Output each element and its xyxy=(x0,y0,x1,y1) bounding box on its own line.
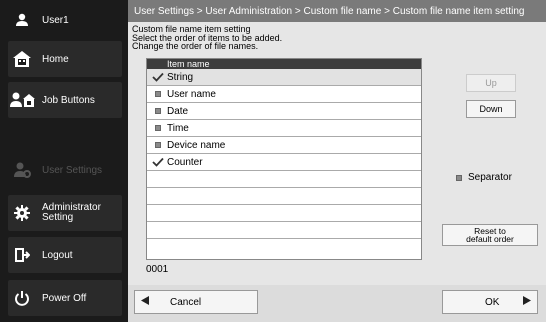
unchecked-box-icon xyxy=(149,108,167,114)
list-item-label: Date xyxy=(167,105,189,117)
cancel-button[interactable]: Cancel xyxy=(134,290,258,314)
power-off-button[interactable]: Power Off xyxy=(8,280,122,316)
list-header: Item name xyxy=(147,59,421,69)
ok-button[interactable]: OK xyxy=(442,290,538,314)
power-icon xyxy=(8,290,36,306)
forward-arrow-icon xyxy=(522,296,531,308)
job-buttons-icon xyxy=(8,91,36,109)
home-icon xyxy=(8,50,36,68)
user-settings-icon xyxy=(8,161,36,179)
ok-label: OK xyxy=(485,296,500,308)
counter-value: 0001 xyxy=(146,264,169,275)
power-off-label: Power Off xyxy=(42,292,87,304)
back-arrow-icon xyxy=(141,296,150,308)
reset-default-order-button[interactable]: Reset to default order xyxy=(442,224,538,246)
administrator-setting-button[interactable]: Administrator Setting xyxy=(8,195,122,231)
separator-label: Separator xyxy=(468,172,512,183)
instructions-line3: Change the order of file names. xyxy=(132,41,259,51)
main-panel: User Settings > User Administration > Cu… xyxy=(128,0,546,322)
list-item-label: Counter xyxy=(167,156,203,168)
item-list: Item name String User name Date Time Dev… xyxy=(146,58,422,260)
check-icon xyxy=(149,157,167,167)
bottom-bar: Cancel OK xyxy=(128,285,546,322)
separator-checkbox[interactable]: Separator xyxy=(456,172,512,183)
user-icon xyxy=(8,13,36,27)
down-button[interactable]: Down xyxy=(466,100,516,118)
job-buttons-label: Job Buttons xyxy=(42,94,95,106)
empty-row xyxy=(147,222,421,239)
job-buttons-button[interactable]: Job Buttons xyxy=(8,82,122,118)
list-item-label: User name xyxy=(167,88,216,100)
empty-row xyxy=(147,188,421,205)
home-button[interactable]: Home xyxy=(8,41,122,77)
administrator-setting-line2: Setting xyxy=(42,212,74,223)
list-item[interactable]: String xyxy=(147,69,421,86)
list-item-label: Time xyxy=(167,122,189,134)
logout-icon xyxy=(8,247,36,263)
breadcrumb: User Settings > User Administration > Cu… xyxy=(128,0,546,22)
empty-row xyxy=(147,205,421,222)
up-button[interactable]: Up xyxy=(466,74,516,92)
reset-line2: default order xyxy=(466,234,514,244)
list-item-label: Device name xyxy=(167,139,226,151)
empty-row xyxy=(147,239,421,256)
user-settings-button[interactable]: User Settings xyxy=(8,152,122,188)
unchecked-box-icon xyxy=(149,91,167,97)
user-name: User1 xyxy=(42,14,69,26)
sidebar: User1 Home Job Buttons User Settings Adm… xyxy=(0,0,128,322)
list-item[interactable]: User name xyxy=(147,86,421,103)
administrator-setting-label: Administrator Setting xyxy=(42,203,101,223)
unchecked-box-icon xyxy=(456,174,462,181)
cancel-label: Cancel xyxy=(170,296,202,308)
unchecked-box-icon xyxy=(149,142,167,148)
user-indicator: User1 xyxy=(8,8,122,32)
list-item[interactable]: Counter xyxy=(147,154,421,171)
list-item[interactable]: Date xyxy=(147,103,421,120)
empty-row xyxy=(147,171,421,188)
gear-icon xyxy=(8,205,36,221)
list-item[interactable]: Time xyxy=(147,120,421,137)
unchecked-box-icon xyxy=(149,125,167,131)
list-item-label: String xyxy=(167,71,194,83)
logout-button[interactable]: Logout xyxy=(8,237,122,273)
home-label: Home xyxy=(42,53,69,65)
instructions: Custom file name item setting Select the… xyxy=(132,25,282,51)
list-item[interactable]: Device name xyxy=(147,137,421,154)
check-icon xyxy=(149,72,167,82)
logout-label: Logout xyxy=(42,249,73,261)
user-settings-label: User Settings xyxy=(42,164,103,176)
